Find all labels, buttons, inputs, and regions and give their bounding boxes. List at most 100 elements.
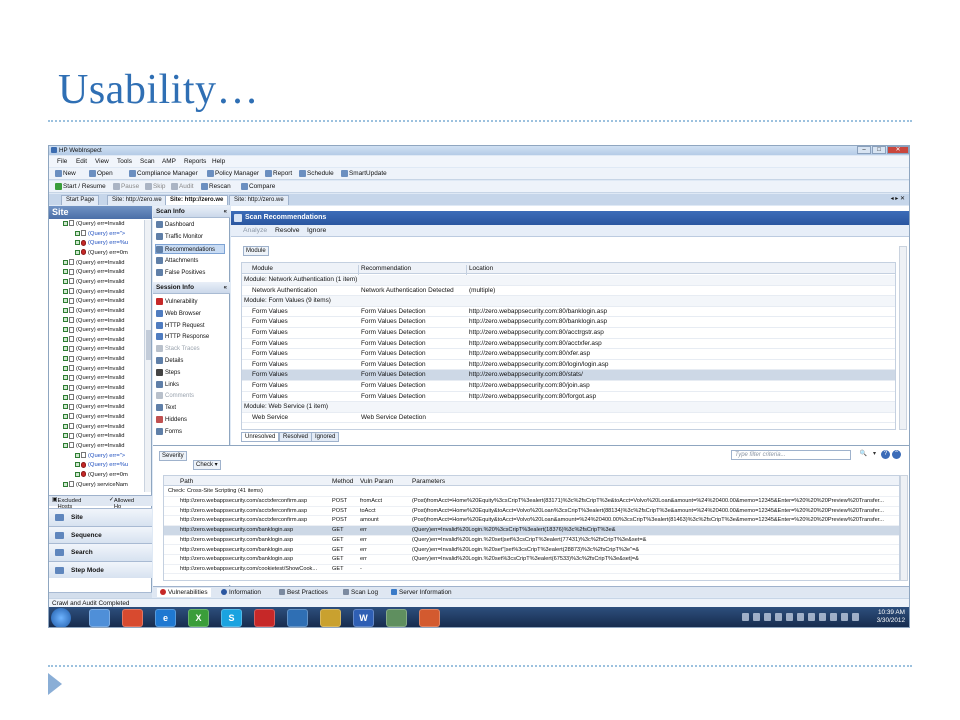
checkbox-icon[interactable]: [63, 365, 68, 371]
vuln-row[interactable]: http://zero.webappsecurity.com/acctxferc…: [164, 497, 899, 507]
tree-node[interactable]: (Query) err=%u: [75, 239, 128, 249]
policy-manager-button[interactable]: Policy Manager: [207, 170, 259, 177]
session-info-item[interactable]: HTTP Response: [156, 332, 209, 342]
tree-node[interactable]: (Query) err=Invalid: [63, 326, 124, 336]
recommendation-row[interactable]: Form Values Form Values Detection http://z…: [242, 370, 895, 381]
schedule-button[interactable]: Schedule: [299, 170, 334, 177]
tray-icon[interactable]: [830, 613, 837, 621]
resolve-button[interactable]: Resolve: [275, 227, 300, 234]
session-info-item[interactable]: Forms: [156, 427, 182, 437]
group-by-module[interactable]: Module: [243, 246, 269, 256]
vuln-row[interactable]: http://zero.webappsecurity.com/banklogin…: [164, 546, 899, 556]
tree-node[interactable]: (Query) err=Invalid: [63, 278, 124, 288]
checkbox-icon[interactable]: [63, 220, 68, 226]
vuln-row[interactable]: http://zero.webappsecurity.com/acctxferc…: [164, 507, 899, 517]
nav-site[interactable]: Site: [49, 508, 152, 526]
menu-amp[interactable]: AMP: [162, 158, 176, 165]
checkbox-icon[interactable]: [63, 288, 68, 294]
checkbox-icon[interactable]: [63, 356, 68, 362]
tree-node[interactable]: (Query) serviceNam: [63, 481, 128, 491]
tree-node[interactable]: (Query) err=0m: [75, 249, 128, 259]
recommendation-row[interactable]: Form Values Form Values Detection http://z…: [242, 392, 895, 403]
checkbox-icon[interactable]: [75, 452, 80, 458]
tray-icon[interactable]: [764, 613, 771, 621]
taskbar-clock[interactable]: 10:39 AM 3/30/2012: [877, 609, 905, 625]
session-info-item[interactable]: Links: [156, 380, 179, 390]
checkbox-icon[interactable]: [63, 413, 68, 419]
session-info-item[interactable]: Web Browser: [156, 309, 201, 319]
tab-information[interactable]: Information: [221, 588, 261, 597]
ignored-tab[interactable]: Ignored: [311, 432, 340, 442]
menu-scan[interactable]: Scan: [140, 158, 155, 165]
session-info-item[interactable]: Steps: [156, 368, 180, 378]
nav-step-mode[interactable]: Step Mode: [49, 560, 152, 578]
menu-reports[interactable]: Reports: [184, 158, 206, 165]
tray-icon[interactable]: [841, 613, 848, 621]
tree-node[interactable]: (Query) err=Invalid: [63, 423, 124, 433]
recommendations-scrollbar[interactable]: [899, 246, 907, 430]
taskbar-app-icon[interactable]: W: [353, 609, 374, 627]
recommendation-row[interactable]: Form Values Form Values Detection http://z…: [242, 349, 895, 360]
tree-node[interactable]: (Query) err=Invalid: [63, 374, 124, 384]
help-icon[interactable]: ?: [881, 450, 890, 459]
tree-node[interactable]: (Query) err=%u: [75, 461, 128, 471]
ignore-button[interactable]: Ignore: [307, 227, 326, 234]
checkbox-icon[interactable]: [75, 240, 80, 246]
checkbox-icon[interactable]: [63, 442, 68, 448]
maximize-icon[interactable]: □: [872, 146, 886, 154]
tree-node[interactable]: (Query) err=Invalid: [63, 336, 124, 346]
vulnerabilities-scrollbar[interactable]: [900, 475, 908, 581]
smartupdate-button[interactable]: SmartUpdate: [341, 170, 387, 177]
tree-node[interactable]: (Query) err=">: [75, 452, 125, 462]
session-info-item[interactable]: Comments: [156, 391, 194, 401]
vuln-row[interactable]: http://zero.webappsecurity.com/banklogin…: [164, 555, 899, 565]
checkbox-icon[interactable]: [75, 230, 80, 236]
recommendation-row[interactable]: Form Values Form Values Detection http://z…: [242, 360, 895, 371]
pause-button[interactable]: Pause: [113, 183, 139, 190]
tab-site-3[interactable]: Site: http://zero.we: [229, 195, 289, 205]
session-info-item[interactable]: Vulnerability: [156, 297, 197, 307]
compare-button[interactable]: Compare: [241, 183, 275, 190]
new-button[interactable]: New: [55, 170, 76, 177]
tree-node[interactable]: (Query) err=Invalid: [63, 413, 124, 423]
collapse-up-icon[interactable]: ⌃: [892, 450, 901, 459]
session-info-header[interactable]: Session Info «: [153, 282, 230, 294]
compliance-manager-button[interactable]: Compliance Manager: [129, 170, 198, 177]
unresolved-tab[interactable]: Unresolved: [241, 432, 280, 442]
checkbox-icon[interactable]: [63, 375, 68, 381]
minimize-icon[interactable]: –: [857, 146, 871, 154]
rescan-button[interactable]: Rescan: [201, 183, 231, 190]
scan-info-item[interactable]: Dashboard: [156, 220, 194, 230]
vuln-row[interactable]: http://zero.webappsecurity.com/cookietes…: [164, 565, 899, 575]
recommendation-row[interactable]: Network Authentication Network Authentica…: [242, 286, 895, 297]
recommendation-group[interactable]: Module: Network Authentication (1 item): [242, 275, 895, 286]
session-info-item[interactable]: HTTP Request: [156, 321, 205, 331]
dropdown-icon[interactable]: ▾: [870, 450, 879, 459]
checkbox-icon[interactable]: [75, 462, 80, 468]
tray-icon[interactable]: [808, 613, 815, 621]
tree-node[interactable]: (Query) err=Invalid: [63, 307, 124, 317]
checkbox-icon[interactable]: [63, 298, 68, 304]
session-info-item[interactable]: Text: [156, 403, 176, 413]
recommendation-row[interactable]: Form Values Form Values Detection http://z…: [242, 307, 895, 318]
menu-view[interactable]: View: [95, 158, 109, 165]
checkbox-icon[interactable]: [63, 317, 68, 323]
report-button[interactable]: Report: [265, 170, 292, 177]
scroll-thumb[interactable]: [146, 330, 151, 360]
tree-node[interactable]: (Query) err=">: [75, 230, 125, 240]
checkbox-icon[interactable]: [63, 269, 68, 275]
nav-search[interactable]: Search: [49, 543, 152, 561]
recommendation-row[interactable]: Form Values Form Values Detection http://z…: [242, 317, 895, 328]
checkbox-icon[interactable]: [63, 481, 68, 487]
checkbox-icon[interactable]: [63, 336, 68, 342]
col-path[interactable]: Path: [180, 478, 193, 485]
vuln-row[interactable]: http://zero.webappsecurity.com/acctxferc…: [164, 516, 899, 526]
vuln-group-row[interactable]: Check: Cross-Site Scripting (41 items): [164, 487, 899, 497]
recommendation-row[interactable]: Form Values Form Values Detection http://z…: [242, 381, 895, 392]
severity-group[interactable]: Severity: [159, 451, 187, 461]
session-info-item[interactable]: Hiddens: [156, 415, 187, 425]
collapse-icon[interactable]: «: [224, 206, 227, 218]
menu-file[interactable]: File: [57, 158, 67, 165]
scan-info-header[interactable]: Scan Info «: [153, 206, 230, 218]
tree-node[interactable]: (Query) err=Invalid: [63, 345, 124, 355]
